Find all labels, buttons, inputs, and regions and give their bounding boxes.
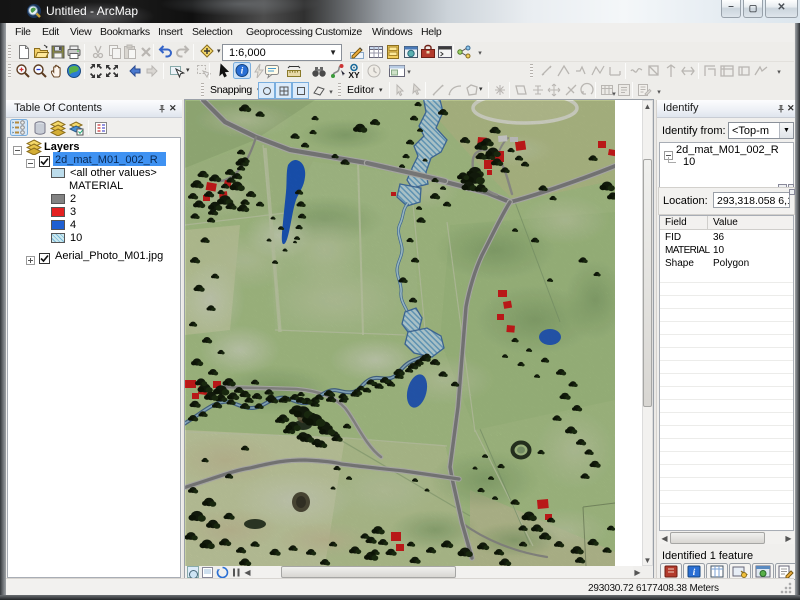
svg-text:XY: XY [348,70,360,79]
